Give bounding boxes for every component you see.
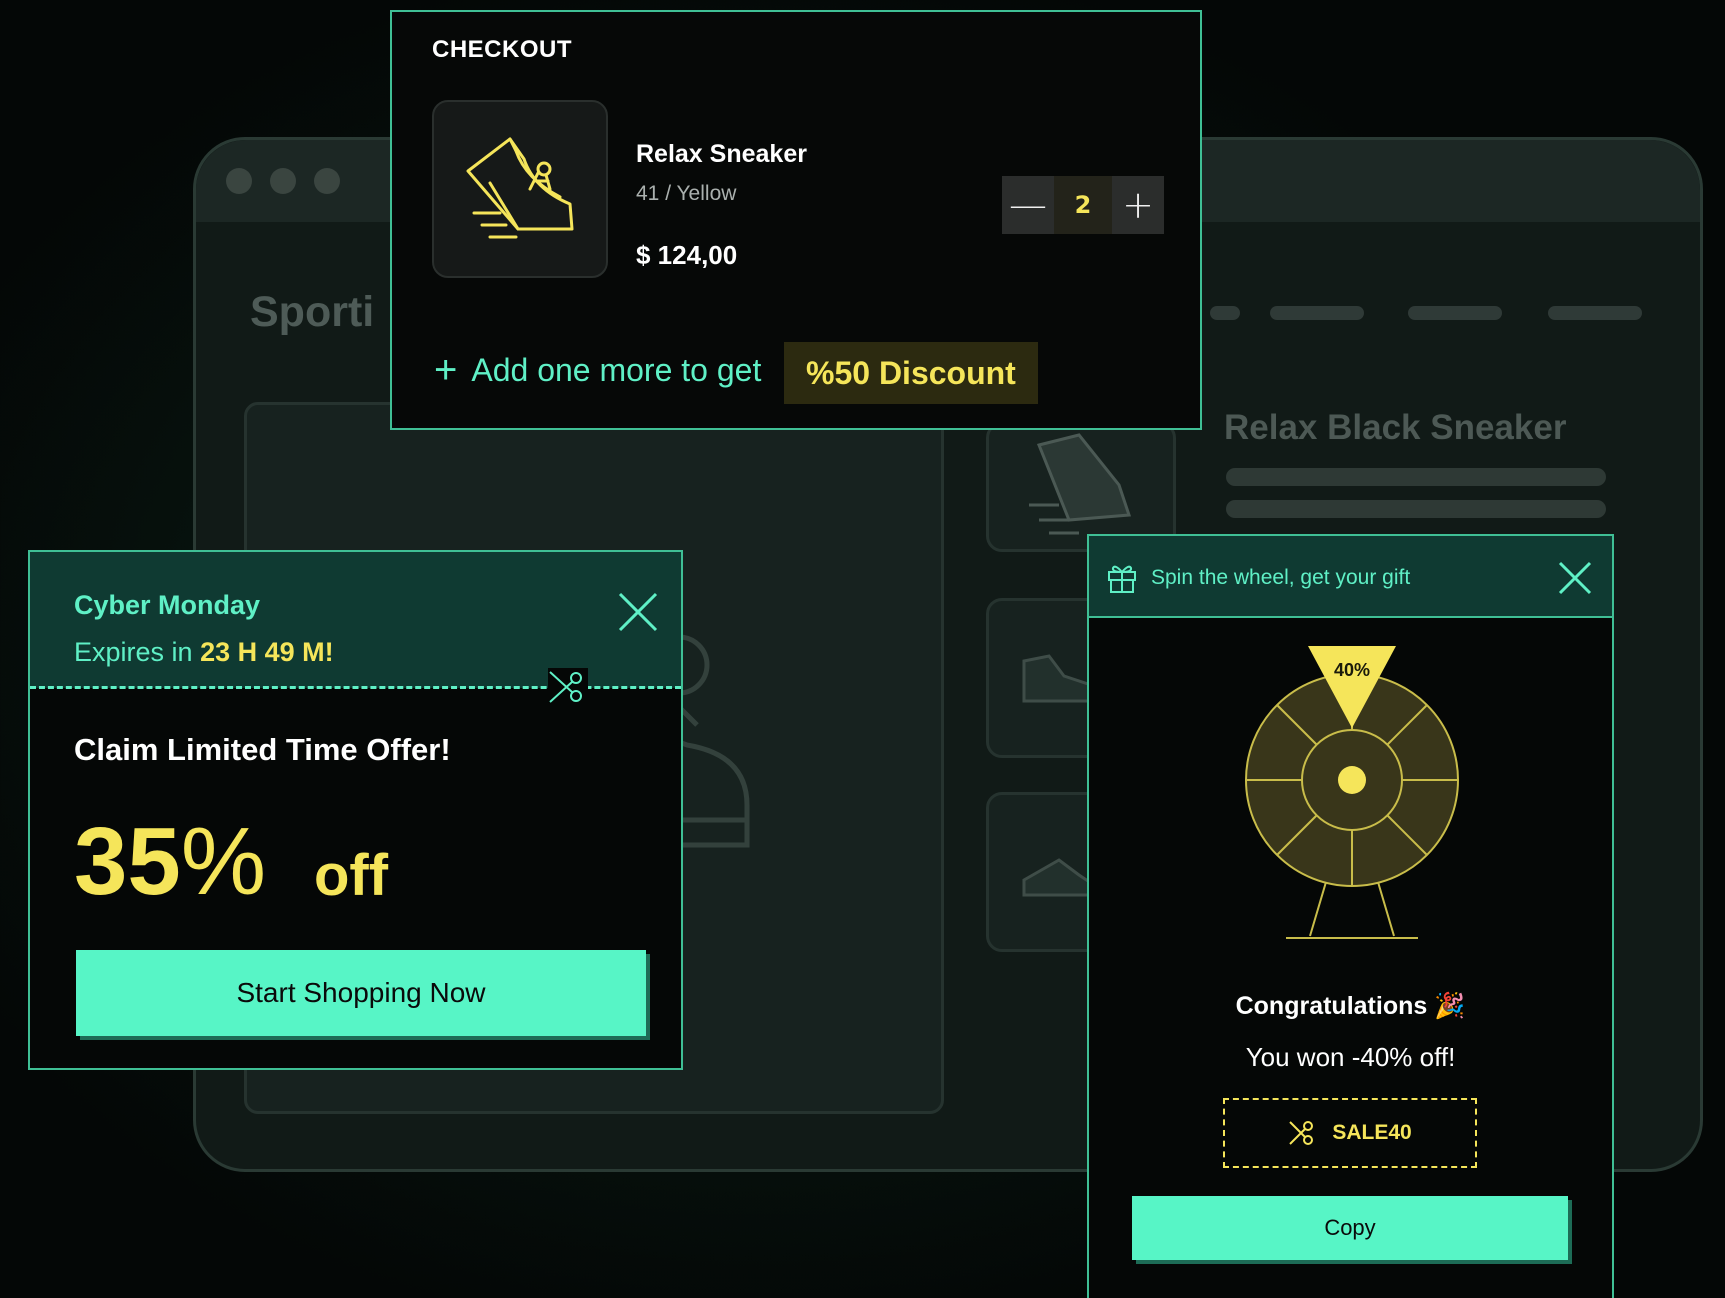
popup-title: Spin the wheel, get your gift <box>1151 566 1411 589</box>
increment-button[interactable]: + <box>1112 176 1164 234</box>
scissors-icon <box>548 668 588 708</box>
off-label: off <box>314 843 389 908</box>
close-icon[interactable] <box>616 590 660 634</box>
popup-header: Spin the wheel, get your gift <box>1089 536 1612 618</box>
product-name: Relax Sneaker <box>636 140 807 168</box>
copy-button[interactable]: Copy <box>1132 1196 1568 1260</box>
minus-icon: — <box>1009 183 1047 227</box>
close-icon[interactable] <box>1557 560 1593 596</box>
claim-offer-heading: Claim Limited Time Offer! <box>74 732 451 767</box>
bg-product-title: Relax Black Sneaker <box>1224 408 1567 447</box>
window-dot <box>226 168 252 194</box>
checkout-title: CHECKOUT <box>432 36 572 63</box>
countdown-text: Expires in 23 H 49 M! <box>74 637 334 668</box>
discount-badge: %50 Discount <box>784 342 1038 404</box>
percent-symbol: % <box>180 808 267 915</box>
nav-placeholder <box>1210 306 1240 320</box>
product-price: $ 124,00 <box>636 240 738 270</box>
start-shopping-button[interactable]: Start Shopping Now <box>76 950 646 1036</box>
scissors-icon <box>1289 1121 1314 1145</box>
party-popper-icon: 🎉 <box>1434 992 1466 1020</box>
quantity-value[interactable]: 2 <box>1054 176 1112 234</box>
countdown-value: 23 H 49 M! <box>200 637 334 667</box>
upsell-link[interactable]: + Add one more to get <box>434 350 761 390</box>
discount-number: 35 <box>74 808 181 915</box>
coupon-code: SALE40 <box>1332 1121 1412 1144</box>
site-title: Sporti <box>250 288 375 336</box>
pointer-label: 40% <box>1334 660 1370 680</box>
cyber-monday-popup: Cyber Monday Expires in 23 H 49 M! Claim… <box>28 550 683 1070</box>
thumbnail[interactable] <box>986 422 1176 552</box>
nav-placeholder <box>1270 306 1364 320</box>
window-dot <box>270 168 296 194</box>
decrement-button[interactable]: — <box>1002 176 1054 234</box>
prize-wheel[interactable]: 40% <box>1234 646 1470 954</box>
checkout-card: CHECKOUT Relax Sneaker 41 / Yellow $ 124… <box>390 10 1202 430</box>
coupon-code-box[interactable]: SALE40 <box>1223 1098 1477 1168</box>
product-variant: 41 / Yellow <box>636 182 737 205</box>
text-placeholder <box>1226 468 1606 486</box>
discount-amount: 35% <box>74 814 266 910</box>
text-placeholder <box>1226 500 1606 518</box>
congrats-heading: Congratulations 🎉 <box>1089 992 1612 1021</box>
congrats-text: Congratulations <box>1235 992 1428 1020</box>
nav-placeholder <box>1408 306 1502 320</box>
countdown-prefix: Expires in <box>74 637 193 667</box>
product-image <box>432 100 608 278</box>
popup-title: Cyber Monday <box>74 590 261 620</box>
quantity-stepper: — 2 + <box>1002 176 1164 234</box>
gift-icon <box>1108 565 1136 593</box>
sneaker-icon <box>466 137 574 239</box>
prize-message: You won -40% off! <box>1245 1042 1456 1072</box>
spin-wheel-popup: Spin the wheel, get your gift 40% Congra… <box>1087 534 1614 1298</box>
plus-icon: + <box>1122 183 1154 227</box>
window-dot <box>314 168 340 194</box>
sneaker-thumb-icon <box>1029 433 1132 535</box>
nav-placeholder <box>1548 306 1642 320</box>
upsell-text: Add one more to get <box>471 351 762 388</box>
wheel-center <box>1338 766 1366 794</box>
plus-icon: + <box>434 348 458 392</box>
